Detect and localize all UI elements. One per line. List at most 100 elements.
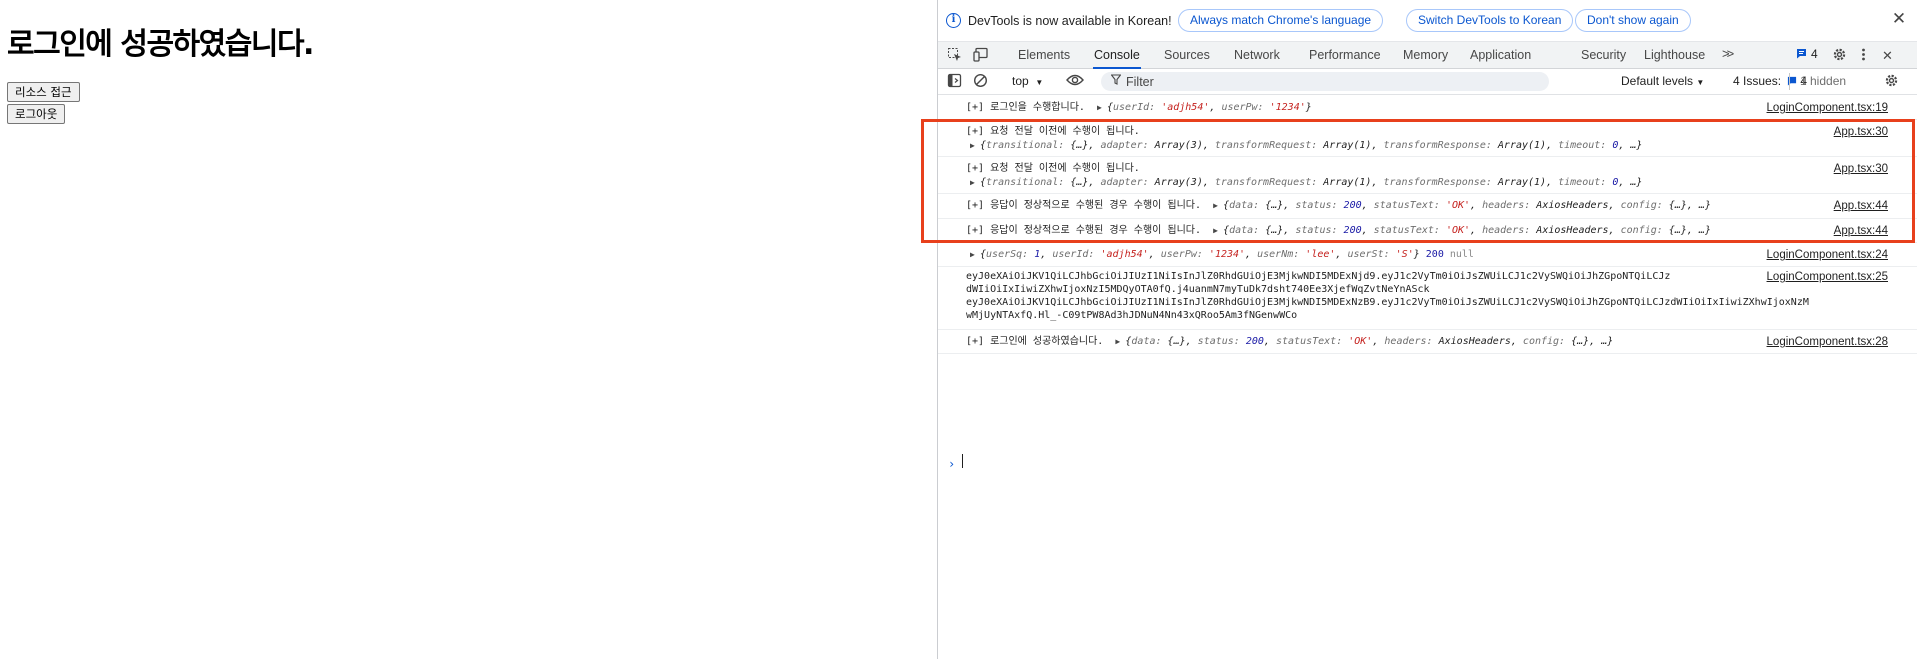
issues-badge-count: 4	[1811, 47, 1818, 61]
obj-value: {…},	[1571, 336, 1596, 347]
obj-key: transformResponse:	[1383, 140, 1492, 151]
obj-key: transitional:	[986, 140, 1065, 151]
obj-value: {…},	[1070, 177, 1095, 188]
close-icon[interactable]: ✕	[1890, 10, 1908, 28]
source-link[interactable]: App.tsx:44	[1834, 200, 1888, 212]
inspect-element-icon[interactable]	[946, 47, 963, 64]
obj-value: AxiosHeaders,	[1438, 336, 1517, 347]
switch-korean-button[interactable]: Switch DevTools to Korean	[1406, 9, 1574, 32]
tab-sources[interactable]: Sources	[1164, 42, 1210, 69]
token-line: eyJ0eXAiOiJKV1QiLCJhbGciOiJIUzI1NiIsInJl…	[966, 297, 1809, 308]
log-levels-dropdown[interactable]: Default levels ▼	[1621, 74, 1704, 88]
console-settings-gear-icon[interactable]	[1883, 73, 1900, 90]
console-input-caret[interactable]	[962, 454, 963, 468]
console-toolbar: top ▼ Default levels ▼ 4 Issues: 4 1 hid…	[938, 69, 1917, 95]
tab-elements[interactable]: Elements	[1018, 42, 1070, 69]
source-link[interactable]: LoginComponent.tsx:24	[1767, 249, 1888, 261]
device-toolbar-icon[interactable]	[972, 47, 989, 64]
expand-triangle-icon[interactable]: ▶	[1115, 335, 1125, 349]
obj-value: 'OK'	[1445, 225, 1471, 236]
clear-console-icon[interactable]	[972, 73, 989, 90]
filter-input[interactable]	[1126, 72, 1536, 91]
toolbar-divider	[1789, 73, 1790, 90]
obj-key: transformRequest:	[1214, 140, 1318, 151]
obj-key: transitional:	[986, 177, 1065, 188]
close-devtools-icon[interactable]: ✕	[1879, 47, 1896, 64]
obj-tail: , …}	[1618, 140, 1643, 151]
settings-gear-icon[interactable]	[1831, 47, 1848, 64]
obj-value: Array(1),	[1323, 177, 1378, 188]
obj-value: 200	[1343, 200, 1362, 211]
filter-icon	[1110, 74, 1122, 88]
obj-key: statusText:	[1275, 336, 1343, 347]
dont-show-again-button[interactable]: Don't show again	[1575, 9, 1691, 32]
issues-label: 4 Issues:	[1733, 74, 1782, 88]
obj-key: userId:	[1113, 102, 1156, 113]
message-icon	[1797, 49, 1806, 59]
obj-key: status:	[1295, 225, 1338, 236]
null-value: null	[1449, 249, 1474, 260]
log-text: [+] 로그인에 성공하였습니다.	[966, 336, 1104, 347]
source-link[interactable]: LoginComponent.tsx:28	[1767, 336, 1888, 348]
tab-security[interactable]: Security	[1581, 42, 1626, 69]
expand-triangle-icon[interactable]: ▶	[970, 139, 980, 153]
obj-key: transformResponse:	[1383, 177, 1492, 188]
console-prompt-icon: ›	[948, 457, 956, 471]
console-output: [+] 로그인을 수행합니다. ▶ {userId: 'adjh54', user…	[938, 96, 1917, 659]
obj-key: config:	[1522, 336, 1566, 347]
match-language-button[interactable]: Always match Chrome's language	[1178, 9, 1384, 32]
web-page: 로그인에 성공하였습니다. 리소스 접근 로그아웃	[0, 0, 937, 659]
obj-key: config:	[1620, 225, 1663, 236]
obj-key: userPw:	[1160, 249, 1203, 260]
kebab-menu-icon[interactable]	[1855, 47, 1872, 64]
tab-console[interactable]: Console	[1093, 42, 1141, 69]
tab-network[interactable]: Network	[1234, 42, 1280, 69]
obj-key: data:	[1229, 225, 1260, 236]
obj-value: 'OK'	[1445, 200, 1471, 211]
source-link[interactable]: LoginComponent.tsx:25	[1767, 271, 1888, 283]
obj-value: AxiosHeaders,	[1536, 200, 1615, 211]
source-link[interactable]: LoginComponent.tsx:19	[1767, 102, 1888, 114]
context-select-value: top	[1012, 74, 1029, 88]
expand-triangle-icon[interactable]: ▶	[1213, 199, 1223, 213]
source-link[interactable]: App.tsx:30	[1834, 126, 1888, 138]
issues-counter[interactable]: 4 Issues: 4	[1733, 74, 1807, 88]
expand-triangle-icon[interactable]: ▶	[970, 248, 980, 262]
obj-value: Array(1),	[1497, 140, 1553, 151]
status-value: 200	[1425, 249, 1444, 260]
tab-application[interactable]: Application	[1470, 42, 1531, 69]
context-select[interactable]: top ▼	[1012, 74, 1043, 88]
expand-triangle-icon[interactable]: ▶	[1097, 101, 1107, 115]
obj-value: Array(1),	[1323, 140, 1378, 151]
logout-button[interactable]: 로그아웃	[7, 104, 66, 124]
more-tabs-icon[interactable]: >>	[1722, 46, 1734, 61]
obj-key: status:	[1295, 200, 1338, 211]
source-link[interactable]: App.tsx:44	[1834, 225, 1888, 237]
obj-tail: , …}	[1618, 177, 1643, 188]
expand-triangle-icon[interactable]: ▶	[1213, 224, 1223, 238]
obj-tail: …}	[1698, 200, 1711, 211]
obj-key: headers:	[1482, 225, 1531, 236]
resource-access-button[interactable]: 리소스 접근	[7, 82, 80, 102]
obj-tail: …}	[1698, 225, 1711, 236]
obj-key: config:	[1620, 200, 1663, 211]
expand-triangle-icon[interactable]: ▶	[970, 176, 980, 190]
console-message: [+] 응답이 정상적으로 수행된 경우 수행이 됩니다. ▶ {data: {……	[938, 194, 1917, 219]
language-infobar: i DevTools is now available in Korean! A…	[938, 0, 1917, 42]
info-icon: i	[946, 13, 961, 28]
log-levels-label: Default levels	[1621, 74, 1694, 88]
log-text: [+] 로그인을 수행합니다.	[966, 102, 1085, 113]
tab-memory[interactable]: Memory	[1403, 42, 1448, 69]
tab-performance[interactable]: Performance	[1309, 42, 1381, 69]
obj-key: statusText:	[1373, 200, 1440, 211]
obj-key: userPw:	[1221, 102, 1264, 113]
tab-lighthouse[interactable]: Lighthouse	[1644, 42, 1705, 69]
obj-key: headers:	[1384, 336, 1433, 347]
source-link[interactable]: App.tsx:30	[1834, 163, 1888, 175]
obj-key: data:	[1229, 200, 1260, 211]
eye-icon[interactable]	[1066, 73, 1084, 91]
issues-badge[interactable]: 4	[1796, 47, 1818, 61]
sidebar-toggle-icon[interactable]	[946, 73, 963, 90]
obj-value: {…},	[1070, 140, 1095, 151]
obj-value: '1234'	[1269, 102, 1306, 113]
